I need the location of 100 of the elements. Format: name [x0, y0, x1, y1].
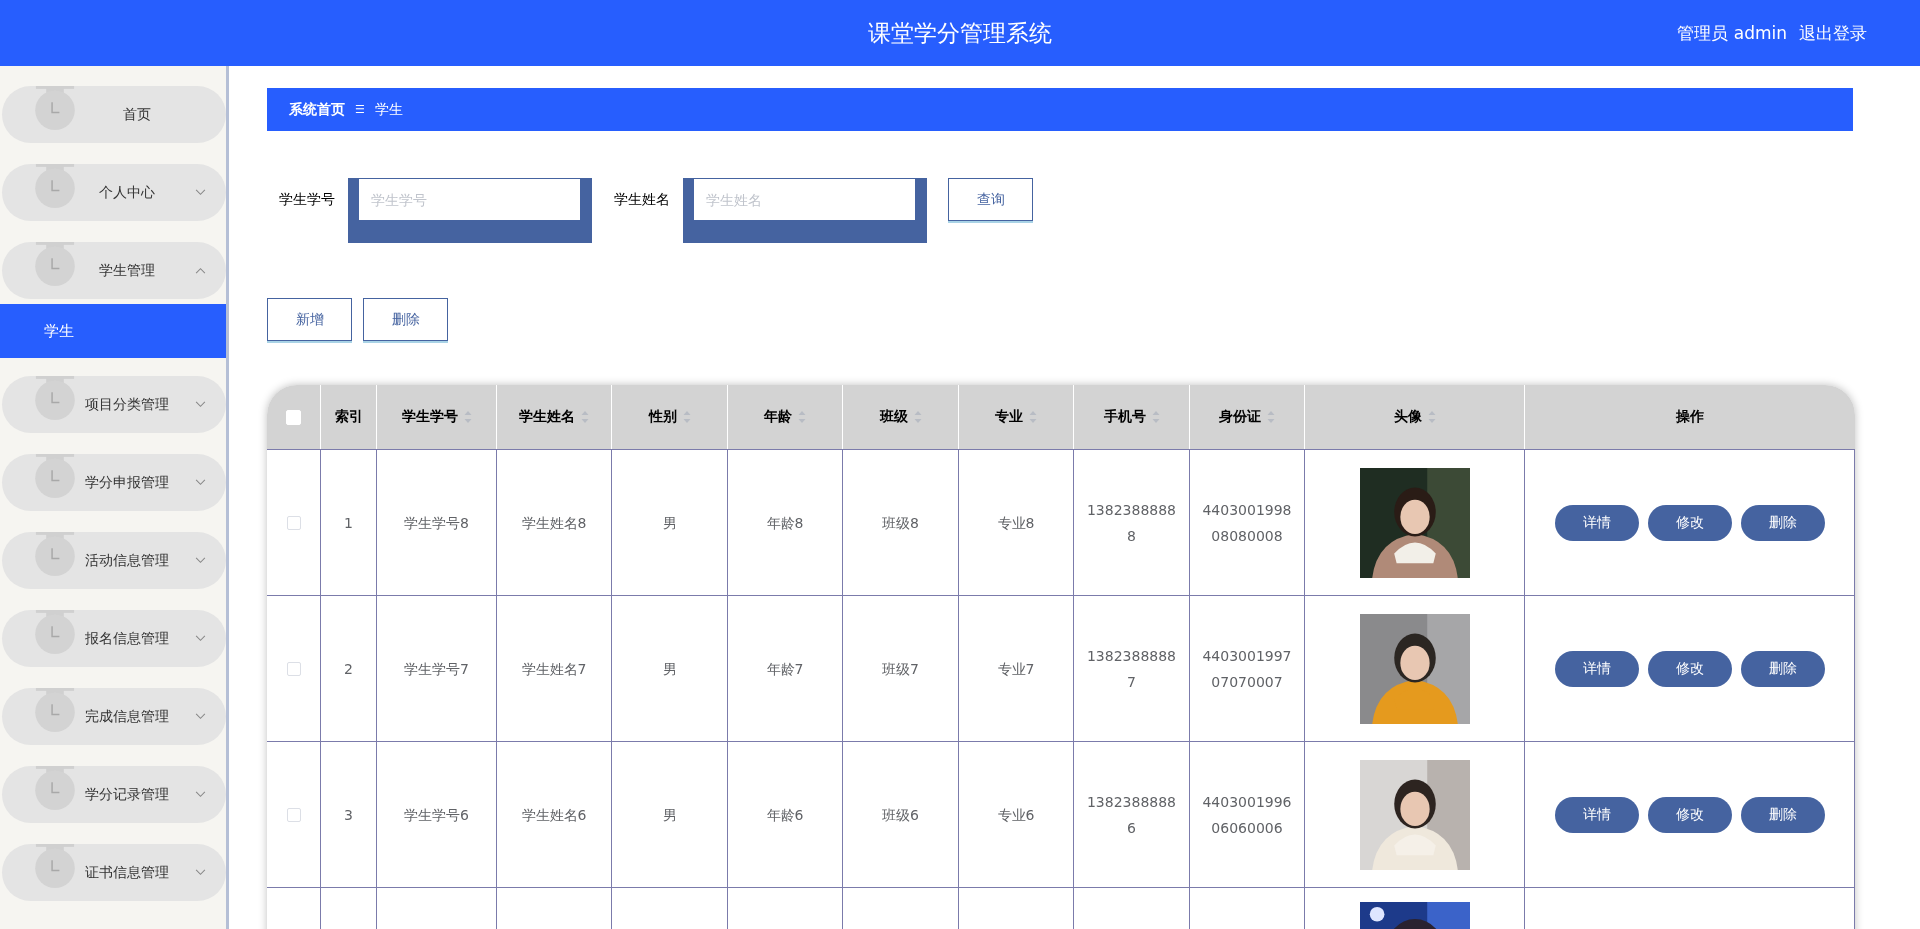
clock-icon: [33, 452, 77, 499]
row-checkbox[interactable]: [286, 515, 301, 530]
row-checkbox[interactable]: [286, 661, 301, 676]
row-action-button[interactable]: 删除: [1740, 650, 1825, 687]
select-all-checkbox[interactable]: [286, 409, 301, 425]
menu-item[interactable]: 学生管理: [2, 242, 226, 299]
column-header: 专业: [995, 408, 1023, 426]
chevron-down-icon: [195, 401, 206, 408]
table-cell-text: 440300199606060006: [1202, 792, 1292, 838]
menu-item[interactable]: 个人中心: [2, 164, 226, 221]
query-button[interactable]: 查询: [948, 178, 1033, 221]
table-cell-text: 男: [662, 659, 677, 679]
table-cell-text: 440300199707070007: [1202, 646, 1292, 692]
clock-icon: [33, 240, 77, 287]
search-field[interactable]: 学生姓名: [694, 178, 915, 220]
action-button[interactable]: 新增: [267, 298, 352, 341]
field-label: 学生学号: [279, 191, 335, 209]
row-action-button[interactable]: 修改: [1647, 796, 1732, 833]
clock-icon: [33, 764, 77, 811]
menu-item[interactable]: 项目分类管理: [2, 376, 226, 433]
clock-icon: [33, 842, 77, 889]
column-header: 操作: [1676, 408, 1704, 426]
clock-icon: [33, 84, 77, 131]
column-header: 性别: [648, 408, 677, 426]
table-cell-text: 3: [344, 805, 353, 825]
table-cell-text: 男: [662, 513, 677, 533]
logout-link[interactable]: 退出登录: [1799, 22, 1867, 45]
chevron-down-icon: [195, 557, 206, 564]
table-cell-text: 13823888887: [1086, 646, 1177, 692]
chevron-down-icon: [195, 713, 206, 720]
column-header: 班级: [879, 408, 908, 426]
row-checkbox[interactable]: [286, 807, 301, 822]
chevron-down-icon: [195, 189, 206, 196]
row-action-button[interactable]: 详情: [1554, 650, 1639, 687]
row-action-button[interactable]: 删除: [1740, 504, 1825, 541]
chevron-down-icon: [195, 479, 206, 486]
chevron-down-icon: [195, 635, 206, 642]
clock-icon: [33, 686, 77, 733]
table-cell-text: 男: [662, 805, 677, 825]
table-cell-text: 2: [344, 659, 353, 679]
menu-item[interactable]: 学分申报管理: [2, 454, 226, 511]
sort-icon[interactable]: [1427, 410, 1436, 424]
table-cell-text: 学生学号6: [404, 805, 469, 825]
submenu-item[interactable]: 学生: [0, 304, 226, 358]
row-action-button[interactable]: 修改: [1647, 504, 1732, 541]
menu-item[interactable]: 证书信息管理: [2, 844, 226, 901]
menu-item[interactable]: 学分记录管理: [2, 766, 226, 823]
table-cell-text: 学生学号7: [404, 659, 469, 679]
sort-icon[interactable]: [798, 410, 806, 424]
chevron-down-icon: [195, 791, 206, 798]
column-header: 手机号: [1103, 408, 1146, 426]
row-action-button[interactable]: 详情: [1554, 796, 1639, 833]
clock-icon: [33, 608, 77, 655]
table-cell-text: 440300199808080008: [1202, 500, 1292, 546]
column-header: 学生学号: [401, 408, 458, 426]
user-label: 管理员 admin: [1677, 22, 1787, 45]
sort-icon[interactable]: [1151, 410, 1160, 424]
clock-icon: [33, 530, 77, 577]
table-cell-text: 学生姓名8: [521, 513, 587, 533]
menu-item[interactable]: 活动信息管理: [2, 532, 226, 589]
clock-icon: [33, 374, 77, 421]
table-cell-text: 年龄6: [766, 805, 804, 825]
sort-icon[interactable]: [1029, 410, 1037, 424]
field-label: 学生姓名: [614, 191, 670, 209]
table-cell-text: 专业7: [997, 659, 1035, 679]
sort-icon[interactable]: [463, 410, 472, 424]
sort-icon[interactable]: [913, 410, 922, 424]
table-cell-text: 班级8: [882, 513, 919, 533]
column-header: 头像: [1393, 408, 1422, 426]
row-action-button[interactable]: 详情: [1554, 504, 1639, 541]
row-action-button[interactable]: 修改: [1647, 650, 1732, 687]
chevron-up-icon: [195, 267, 206, 274]
menu-item[interactable]: 完成信息管理: [2, 688, 226, 745]
search-field[interactable]: 学生学号: [359, 178, 580, 220]
breadcrumb-link[interactable]: 学生: [374, 100, 403, 119]
breadcrumb-separator: ☰: [355, 103, 365, 116]
table-cell-text: 学生姓名6: [521, 805, 587, 825]
column-header: 身份证: [1219, 408, 1261, 426]
column-header: 年龄: [764, 408, 792, 426]
app-title: 课堂学分管理系统: [868, 18, 1052, 48]
sort-icon[interactable]: [581, 410, 589, 424]
breadcrumb-link[interactable]: 系统首页: [289, 100, 345, 119]
action-button[interactable]: 删除: [363, 298, 448, 341]
table-cell-text: 13823888886: [1086, 792, 1177, 838]
table-cell-text: 学生姓名7: [521, 659, 587, 679]
sort-icon[interactable]: [1267, 410, 1275, 424]
table-cell-text: 13823888888: [1086, 500, 1177, 546]
chevron-down-icon: [195, 869, 206, 876]
column-header: 索引: [334, 408, 363, 426]
clock-icon: [33, 162, 77, 209]
menu-item[interactable]: 报名信息管理: [2, 610, 226, 667]
table-cell-text: 年龄8: [766, 513, 804, 533]
sort-icon[interactable]: [682, 410, 691, 424]
menu-item[interactable]: 首页: [2, 86, 226, 143]
table-cell-text: 班级6: [882, 805, 919, 825]
table-cell-text: 专业8: [997, 513, 1035, 533]
table-cell-text: 学生学号8: [404, 513, 469, 533]
row-action-button[interactable]: 删除: [1740, 796, 1825, 833]
table-cell-text: 1: [344, 513, 353, 533]
table-cell-text: 年龄7: [766, 659, 804, 679]
